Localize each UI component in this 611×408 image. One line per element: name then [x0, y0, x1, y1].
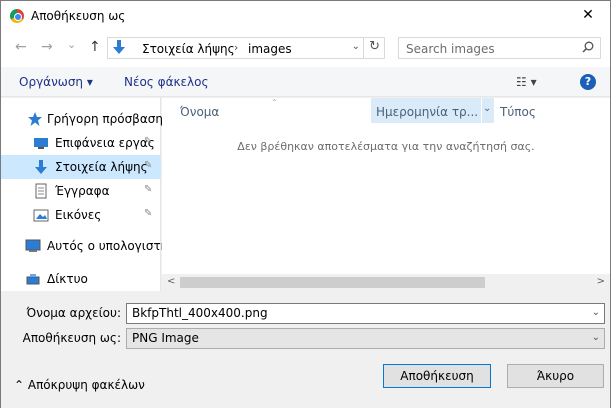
search-icon[interactable]	[582, 41, 594, 53]
breadcrumb-separator[interactable]: ›	[234, 41, 238, 54]
download-icon	[113, 40, 125, 54]
sidebar-item-quick-access[interactable]: Γρήγορη πρόσβαση	[1, 107, 163, 131]
sidebar-item-documents[interactable]: Έγγραφα ✎	[1, 179, 161, 203]
documents-icon	[35, 183, 47, 199]
empty-results-message: Δεν βρέθηκαν αποτελέσματα για την αναζήτ…	[237, 140, 535, 153]
column-header-label: Τύπος	[500, 105, 536, 119]
column-header-label: Ημερομηνία τρ...	[376, 105, 479, 119]
filename-value: BkfpThtl_400x400.png	[132, 306, 268, 320]
column-header-name[interactable]: Όνομα	[162, 98, 370, 123]
sidebar-item-label: Γρήγορη πρόσβαση	[47, 112, 163, 126]
search-placeholder: Search images	[406, 42, 495, 56]
filename-label: Όνομα αρχείου:	[26, 306, 122, 320]
save-form: Όνομα αρχείου: BkfpThtl_400x400.png ⌄ Απ…	[1, 292, 610, 408]
chrome-icon	[10, 9, 24, 23]
help-button[interactable]: ?	[580, 74, 596, 90]
star-icon	[28, 112, 42, 126]
view-options-button[interactable]: ☷ ▾	[516, 75, 537, 89]
column-dropdown-button[interactable]: ⌄	[482, 98, 494, 123]
filetype-value: PNG Image	[132, 331, 199, 345]
address-dropdown-icon[interactable]: ⌄	[352, 41, 360, 52]
back-button[interactable]: ←	[15, 40, 27, 54]
pin-icon: ✎	[144, 136, 153, 147]
download-icon	[35, 160, 47, 174]
address-divider	[363, 38, 364, 58]
sort-ascending-icon: ⌃	[271, 98, 278, 107]
navigation-pane: Γρήγορη πρόσβαση Επιφάνεια εργας ✎ Στοιχ…	[1, 98, 168, 291]
sidebar-item-label: Δίκτυο	[47, 272, 88, 286]
chevron-down-icon[interactable]: ⌄	[592, 332, 600, 343]
chevron-down-icon[interactable]: ⌄	[592, 307, 600, 318]
save-as-dialog: Αποθήκευση ως ✕ ← → ⌄ ↑ Στοιχεία λήψης ›…	[0, 0, 611, 408]
sidebar-item-pictures[interactable]: Εικόνες ✎	[1, 203, 161, 227]
breadcrumb-downloads[interactable]: Στοιχεία λήψης	[142, 42, 235, 56]
file-list[interactable]: Όνομα Ημερομηνία τρ... ⌄ Τύπος Δεν βρέθη…	[162, 98, 610, 291]
network-icon	[26, 274, 40, 285]
sidebar-item-desktop[interactable]: Επιφάνεια εργας ✎	[1, 131, 161, 155]
address-bar[interactable]: Στοιχεία λήψης › images ⌄ ↻	[107, 37, 385, 59]
sidebar-item-downloads[interactable]: Στοιχεία λήψης ✎	[1, 155, 161, 179]
horizontal-scrollbar[interactable]: < >	[162, 274, 610, 291]
recent-locations-button[interactable]: ⌄	[67, 38, 76, 52]
breadcrumb-images[interactable]: images	[248, 42, 292, 56]
dialog-title: Αποθήκευση ως	[31, 9, 126, 23]
pin-icon: ✎	[144, 208, 153, 219]
forward-button[interactable]: →	[41, 40, 53, 54]
scroll-left-arrow[interactable]: <	[167, 276, 175, 287]
scroll-thumb[interactable]	[180, 277, 485, 288]
up-button[interactable]: ↑	[89, 40, 101, 54]
pin-icon: ✎	[144, 184, 153, 195]
organize-button[interactable]: Οργάνωση ▾	[19, 75, 93, 89]
desktop-icon	[34, 138, 48, 149]
computer-icon	[25, 239, 41, 252]
filename-field[interactable]: BkfpThtl_400x400.png ⌄	[126, 303, 605, 324]
search-box[interactable]: Search images	[398, 37, 601, 59]
pin-icon: ✎	[144, 160, 153, 171]
save-button[interactable]: Αποθήκευση	[383, 364, 491, 388]
sidebar-item-label: Αυτός ο υπολογιστή	[47, 239, 169, 253]
filetype-label: Αποθήκευση ως:	[22, 331, 121, 345]
sidebar-item-network[interactable]: Δίκτυο	[1, 267, 161, 291]
pictures-icon	[33, 209, 49, 222]
filetype-select[interactable]: PNG Image ⌄	[126, 328, 605, 349]
command-bar: Οργάνωση ▾ Νέος φάκελος ☷ ▾ ?	[1, 67, 610, 97]
title-bar: Αποθήκευση ως ✕	[1, 1, 610, 31]
cancel-button[interactable]: Άκυρο	[507, 364, 604, 388]
sidebar-item-this-pc[interactable]: Αυτός ο υπολογιστή	[1, 234, 168, 258]
chevron-down-icon: ⌄	[483, 103, 492, 114]
column-header-label: Όνομα	[180, 105, 220, 119]
sidebar-item-label: Στοιχεία λήψης	[55, 160, 148, 174]
scroll-right-arrow[interactable]: >	[597, 276, 605, 287]
column-header-date[interactable]: Ημερομηνία τρ...	[371, 98, 481, 123]
hide-folders-button[interactable]: ⌃ Απόκρυψη φακέλων	[14, 378, 145, 392]
new-folder-button[interactable]: Νέος φάκελος	[124, 75, 209, 89]
column-header-type[interactable]: Τύπος	[496, 98, 610, 123]
refresh-button[interactable]: ↻	[369, 39, 380, 54]
close-button[interactable]: ✕	[566, 1, 610, 31]
sidebar-item-label: Έγγραφα	[55, 184, 110, 198]
sidebar-item-label: Εικόνες	[55, 208, 102, 222]
sidebar-item-label: Επιφάνεια εργας	[55, 136, 155, 150]
